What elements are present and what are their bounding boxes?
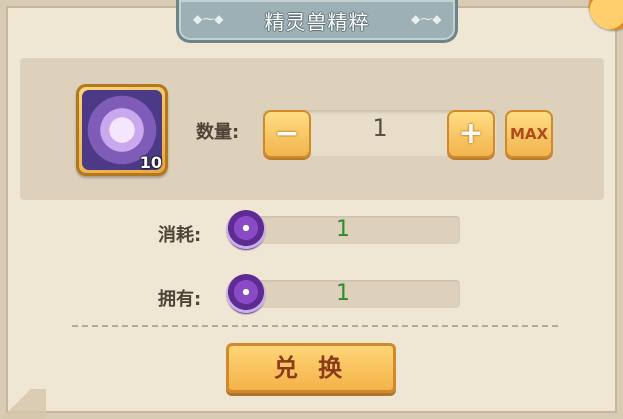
corner-decoration: [0, 389, 46, 419]
quantity-label: 数量:: [196, 122, 240, 143]
purple-coin-icon: [226, 210, 266, 250]
consume-value: 1: [336, 217, 350, 242]
purple-coin-icon: [226, 274, 266, 314]
right-ornament-icon: ◆⁓◆: [411, 12, 442, 26]
divider: [72, 325, 558, 327]
title-plate: ◆⁓◆ 精灵兽精粹 ◆⁓◆: [176, 0, 458, 43]
item-slot[interactable]: 10: [76, 84, 168, 176]
minus-button[interactable]: −: [263, 110, 311, 158]
own-label: 拥有:: [158, 289, 202, 310]
own-value: 1: [336, 281, 350, 306]
consume-label: 消耗:: [158, 225, 202, 246]
own-bar: [250, 280, 460, 308]
max-button[interactable]: MAX: [505, 110, 553, 158]
consume-bar: [250, 216, 460, 244]
exchange-button[interactable]: 兑 换: [226, 343, 396, 393]
plus-button[interactable]: +: [447, 110, 495, 158]
item-count: 10: [139, 153, 162, 172]
quantity-value[interactable]: 1: [313, 114, 447, 142]
